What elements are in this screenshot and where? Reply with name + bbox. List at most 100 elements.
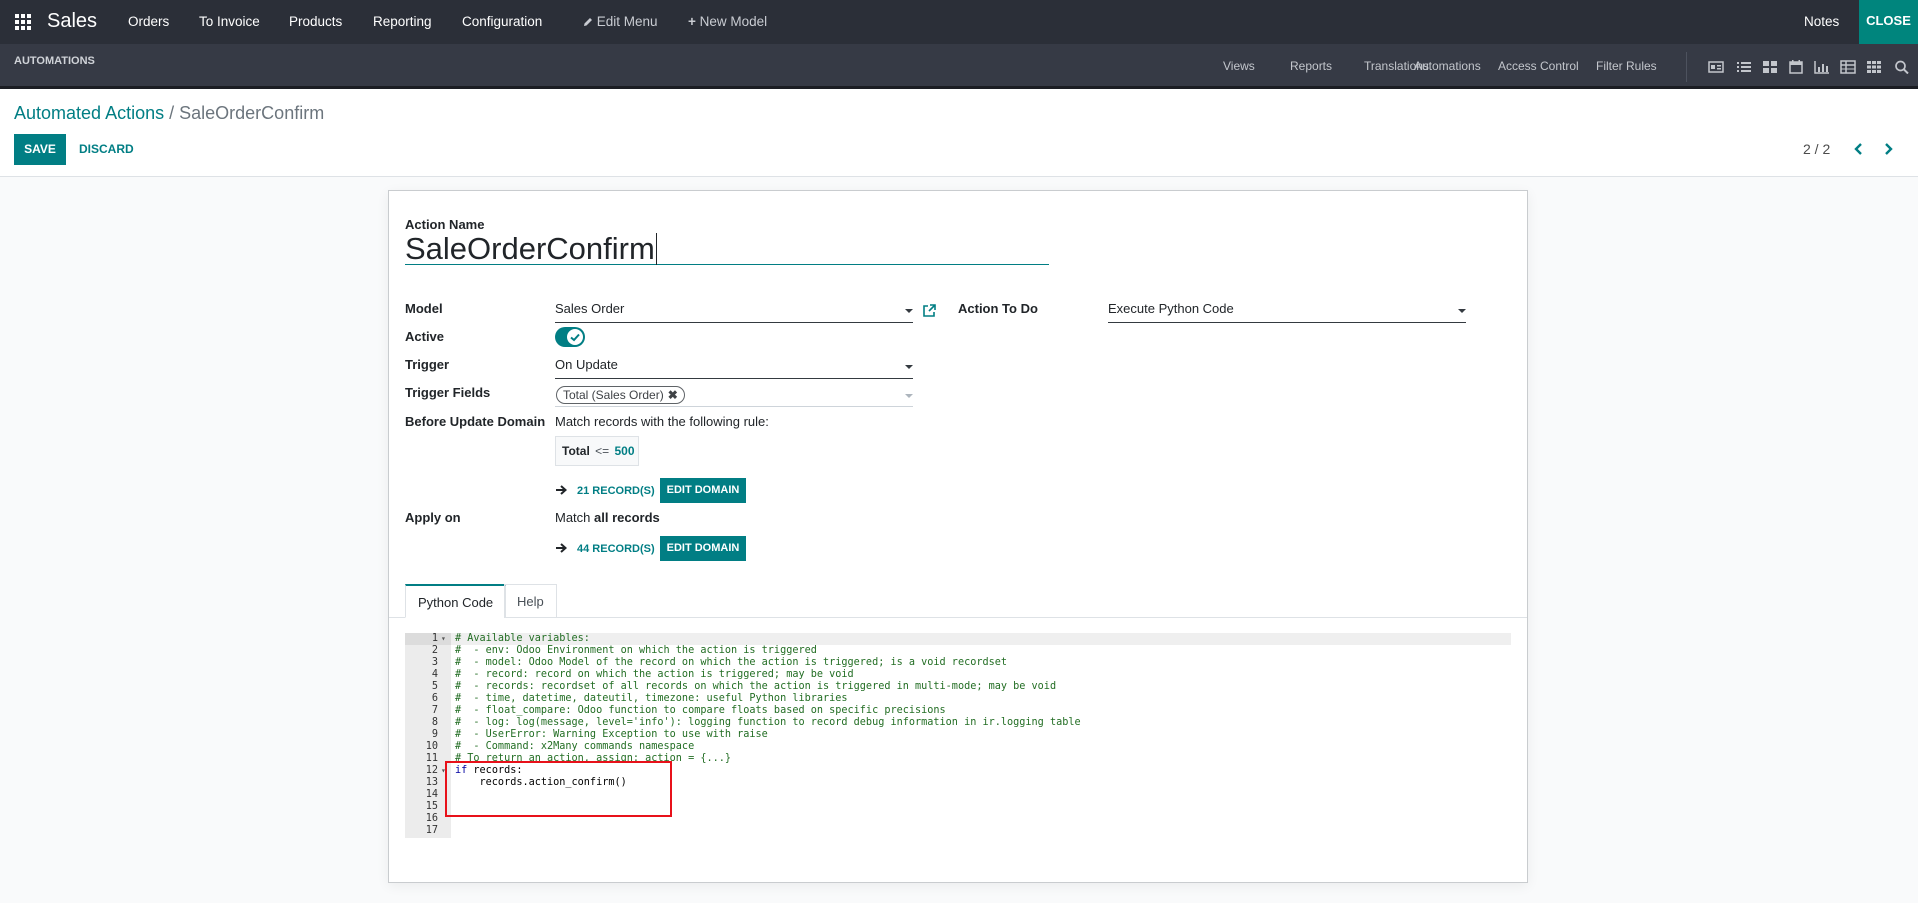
divider bbox=[1686, 52, 1687, 82]
new-model-button[interactable]: + New Model bbox=[688, 14, 767, 29]
code-line: # - time, datetime, dateutil, timezone: … bbox=[455, 693, 848, 704]
code-line: # - model: Odoo Model of the record on w… bbox=[455, 657, 1008, 668]
calendar-view-icon[interactable] bbox=[1788, 60, 1804, 74]
domain-operator: <= bbox=[595, 444, 610, 458]
code-line: # - records: recordset of all records on… bbox=[455, 681, 1057, 692]
line-number: 10 bbox=[425, 741, 438, 752]
edit-menu-label: Edit Menu bbox=[596, 14, 658, 29]
search-view-icon[interactable] bbox=[1894, 60, 1910, 74]
pivot-view-icon[interactable] bbox=[1840, 60, 1856, 74]
line-number: 17 bbox=[425, 825, 438, 836]
active-label: Active bbox=[405, 329, 445, 344]
menu-to-invoice[interactable]: To Invoice bbox=[199, 14, 260, 29]
studio-link-reports[interactable]: Reports bbox=[1290, 59, 1332, 73]
graph-view-icon[interactable] bbox=[1814, 60, 1830, 74]
domain-rule: Total <= 500 bbox=[555, 436, 639, 466]
active-toggle[interactable] bbox=[555, 327, 585, 347]
code-line: # Available variables: bbox=[455, 633, 590, 644]
python-code-editor[interactable]: 1 ▾ # Available variables: 2 # - env: Odoo E… bbox=[405, 633, 1511, 838]
line-number: 4 bbox=[431, 669, 438, 680]
app-name[interactable]: Sales bbox=[47, 10, 97, 33]
new-model-label: New Model bbox=[699, 14, 768, 29]
kanban-view-icon[interactable] bbox=[1762, 60, 1778, 74]
model-select[interactable]: Sales Order bbox=[555, 301, 913, 323]
edit-menu-button[interactable]: Edit Menu bbox=[583, 14, 658, 29]
line-number: 14 bbox=[425, 789, 438, 800]
before-update-domain-label: Before Update Domain bbox=[405, 414, 546, 429]
studio-subbar: AUTOMATIONS Views Reports Translations A… bbox=[0, 44, 1918, 89]
caret-down-icon bbox=[905, 365, 913, 369]
text-caret bbox=[655, 233, 657, 265]
discard-button[interactable]: DISCARD bbox=[79, 142, 134, 156]
line-number: 1 bbox=[431, 633, 438, 644]
fold-arrow-icon[interactable]: ▾ bbox=[441, 765, 446, 777]
action-name-input[interactable]: SaleOrderConfirm bbox=[405, 233, 1049, 265]
form-sheet: Action Name SaleOrderConfirm Model Sales… bbox=[388, 190, 1528, 883]
studio-link-filter-rules[interactable]: Filter Rules bbox=[1596, 59, 1657, 73]
trigger-fields-input[interactable] bbox=[555, 406, 913, 407]
chevron-left-icon[interactable] bbox=[1851, 141, 1867, 157]
remove-tag-icon[interactable]: ✖ bbox=[668, 388, 678, 402]
plus-icon: + bbox=[688, 14, 696, 29]
action-name-label: Action Name bbox=[405, 217, 485, 232]
caret-down-icon bbox=[905, 394, 913, 398]
before-domain-records-link[interactable]: 21 RECORD(S) bbox=[577, 485, 655, 497]
menu-orders[interactable]: Orders bbox=[128, 14, 169, 29]
external-link-icon[interactable] bbox=[922, 303, 937, 318]
caret-down-icon bbox=[1458, 309, 1466, 313]
edit-before-domain-button[interactable]: EDIT DOMAIN bbox=[660, 478, 746, 503]
close-studio-button[interactable]: CLOSE bbox=[1859, 0, 1918, 44]
studio-link-views[interactable]: Views bbox=[1223, 59, 1255, 73]
apps-menu-icon[interactable] bbox=[15, 14, 31, 30]
code-text: records: bbox=[467, 765, 523, 776]
line-number: 13 bbox=[425, 777, 438, 788]
trigger-select[interactable]: On Update bbox=[555, 357, 913, 379]
breadcrumb-automated-actions[interactable]: Automated Actions bbox=[14, 103, 164, 123]
pencil-icon bbox=[584, 18, 592, 26]
action-name-value: SaleOrderConfirm bbox=[405, 231, 655, 266]
code-line: # - env: Odoo Environment on which the a… bbox=[455, 645, 817, 656]
trigger-field-tag: Total (Sales Order) ✖ bbox=[556, 386, 685, 404]
tab-python-code[interactable]: Python Code bbox=[405, 584, 507, 618]
before-domain-description: Match records with the following rule: bbox=[555, 414, 769, 429]
arrow-right-icon bbox=[556, 543, 567, 553]
line-number: 8 bbox=[431, 717, 438, 728]
menu-reporting[interactable]: Reporting bbox=[373, 14, 432, 29]
check-icon bbox=[570, 333, 580, 342]
form-view-icon[interactable] bbox=[1708, 60, 1724, 74]
line-number: 7 bbox=[431, 705, 438, 716]
code-line: # - record: record on which the action i… bbox=[455, 669, 854, 680]
action-to-do-select[interactable]: Execute Python Code bbox=[1108, 301, 1466, 323]
studio-link-access-control[interactable]: Access Control bbox=[1498, 59, 1579, 73]
code-line: # - UserError: Warning Exception to use … bbox=[455, 729, 768, 740]
breadcrumb-current: SaleOrderConfirm bbox=[179, 103, 325, 123]
model-label: Model bbox=[405, 301, 443, 316]
model-value: Sales Order bbox=[555, 301, 625, 316]
grid-view-icon[interactable] bbox=[1866, 60, 1882, 74]
list-view-icon[interactable] bbox=[1736, 60, 1752, 74]
studio-link-automations[interactable]: Automations bbox=[1414, 59, 1481, 73]
apply-on-description: Match all records bbox=[555, 510, 660, 525]
save-button[interactable]: SAVE bbox=[14, 134, 66, 165]
action-to-do-value: Execute Python Code bbox=[1108, 301, 1234, 316]
menu-products[interactable]: Products bbox=[289, 14, 342, 29]
apply-on-all-records: all records bbox=[594, 510, 660, 525]
edit-apply-domain-button[interactable]: EDIT DOMAIN bbox=[660, 536, 746, 561]
breadcrumb-separator: / bbox=[169, 103, 175, 123]
domain-field: Total bbox=[562, 444, 590, 458]
pager-value: 2 / 2 bbox=[1803, 141, 1831, 157]
code-keyword: if bbox=[455, 765, 468, 776]
top-navbar: Sales Orders To Invoice Products Reporti… bbox=[0, 0, 1918, 44]
apply-on-records-link[interactable]: 44 RECORD(S) bbox=[577, 543, 655, 555]
line-number: 12 bbox=[425, 765, 438, 776]
chevron-right-icon[interactable] bbox=[1880, 141, 1896, 157]
line-number: 11 bbox=[425, 753, 438, 764]
notes-button[interactable]: Notes bbox=[1804, 14, 1839, 29]
control-panel: Automated Actions / SaleOrderConfirm SAV… bbox=[0, 89, 1918, 177]
trigger-fields-label: Trigger Fields bbox=[405, 385, 491, 400]
action-to-do-label: Action To Do bbox=[958, 301, 1038, 316]
fold-arrow-icon[interactable]: ▾ bbox=[441, 633, 446, 645]
tab-help[interactable]: Help bbox=[504, 584, 557, 618]
menu-configuration[interactable]: Configuration bbox=[462, 14, 542, 29]
line-number: 5 bbox=[431, 681, 438, 692]
